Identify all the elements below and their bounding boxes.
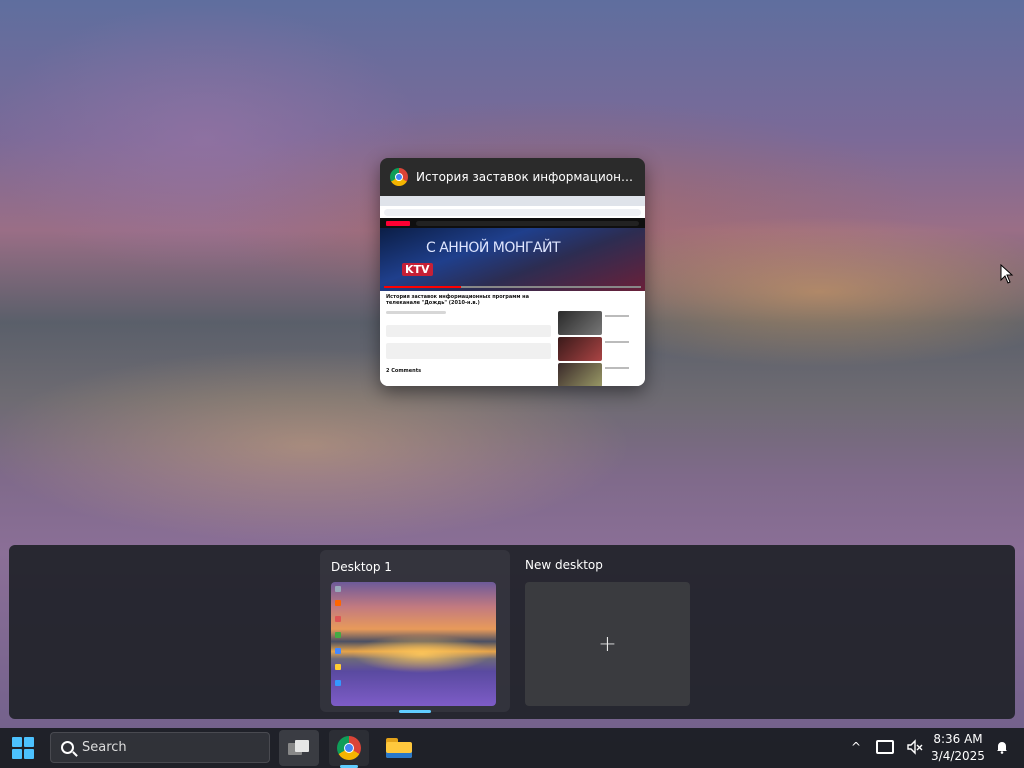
new-desktop-button[interactable]: + bbox=[525, 582, 690, 706]
desktop-1-thumbnail[interactable] bbox=[331, 582, 496, 706]
task-view-button[interactable] bbox=[279, 730, 319, 766]
page-body: История заставок информационных программ… bbox=[380, 291, 645, 386]
windows-logo-icon bbox=[12, 737, 22, 747]
folder-icon bbox=[386, 738, 412, 758]
desktop-icon bbox=[335, 586, 341, 592]
video-player: С АННОЙ МОНГАЙТ KTV bbox=[380, 228, 645, 291]
youtube-header bbox=[380, 218, 645, 228]
window-thumbnail-chrome[interactable]: История заставок информационных... С АНН… bbox=[380, 158, 645, 386]
chrome-icon bbox=[337, 736, 361, 760]
recommended-thumb bbox=[558, 363, 602, 386]
desktop-icon bbox=[335, 648, 341, 654]
taskbar-search[interactable]: Search bbox=[50, 732, 270, 763]
recommended-text bbox=[605, 315, 629, 317]
active-desktop-indicator bbox=[399, 710, 431, 713]
recommended-text bbox=[605, 341, 629, 343]
recommended-thumb bbox=[558, 337, 602, 361]
recommended-text bbox=[605, 367, 629, 369]
plus-icon: + bbox=[598, 631, 617, 657]
desktop-icon bbox=[335, 616, 341, 622]
comments-label: 2 Comments bbox=[386, 368, 422, 374]
display-icon[interactable] bbox=[876, 740, 894, 754]
clock-date: 3/4/2025 bbox=[931, 749, 985, 763]
video-overlay-text: С АННОЙ МОНГАЙТ bbox=[426, 240, 561, 256]
window-preview: С АННОЙ МОНГАЙТ KTV История заставок инф… bbox=[380, 196, 645, 386]
video-title: История заставок информационных программ… bbox=[386, 294, 529, 306]
address-bar bbox=[384, 208, 641, 216]
youtube-logo bbox=[386, 220, 410, 226]
mouse-cursor-icon bbox=[1000, 264, 1014, 284]
show-hidden-icons-chevron-icon[interactable]: ^ bbox=[851, 740, 861, 754]
notification-bell-icon[interactable] bbox=[995, 740, 1009, 754]
desktop-icon bbox=[335, 664, 341, 670]
new-desktop-label: New desktop bbox=[525, 558, 603, 572]
system-clock[interactable]: 8:36 AM 3/4/2025 bbox=[928, 731, 988, 765]
chrome-taskbar-button[interactable] bbox=[329, 730, 369, 766]
browser-toolbar bbox=[380, 206, 645, 218]
youtube-search bbox=[416, 220, 639, 226]
window-title: История заставок информационных... bbox=[416, 170, 635, 184]
search-icon bbox=[61, 741, 74, 754]
speaker-muted-icon[interactable] bbox=[906, 738, 924, 756]
channel-badge: KTV bbox=[402, 263, 433, 276]
video-progress-bar bbox=[384, 286, 641, 288]
task-view-icon bbox=[288, 740, 310, 756]
clock-time: 8:36 AM bbox=[933, 732, 983, 746]
desktop-icon bbox=[335, 600, 341, 606]
chrome-icon bbox=[390, 168, 408, 186]
desktop-icon bbox=[335, 680, 341, 686]
channel-line bbox=[386, 311, 446, 314]
search-placeholder: Search bbox=[82, 740, 127, 755]
virtual-desktops-strip bbox=[9, 545, 1015, 719]
description-box bbox=[386, 325, 551, 337]
desktop-1-label: Desktop 1 bbox=[331, 560, 392, 574]
desktop-icon bbox=[335, 632, 341, 638]
browser-tab-strip bbox=[380, 196, 645, 206]
chat-box bbox=[386, 343, 551, 359]
recommended-thumb bbox=[558, 311, 602, 335]
start-button[interactable] bbox=[12, 737, 34, 759]
file-explorer-button[interactable] bbox=[379, 730, 419, 766]
window-title-bar: История заставок информационных... bbox=[380, 158, 645, 196]
